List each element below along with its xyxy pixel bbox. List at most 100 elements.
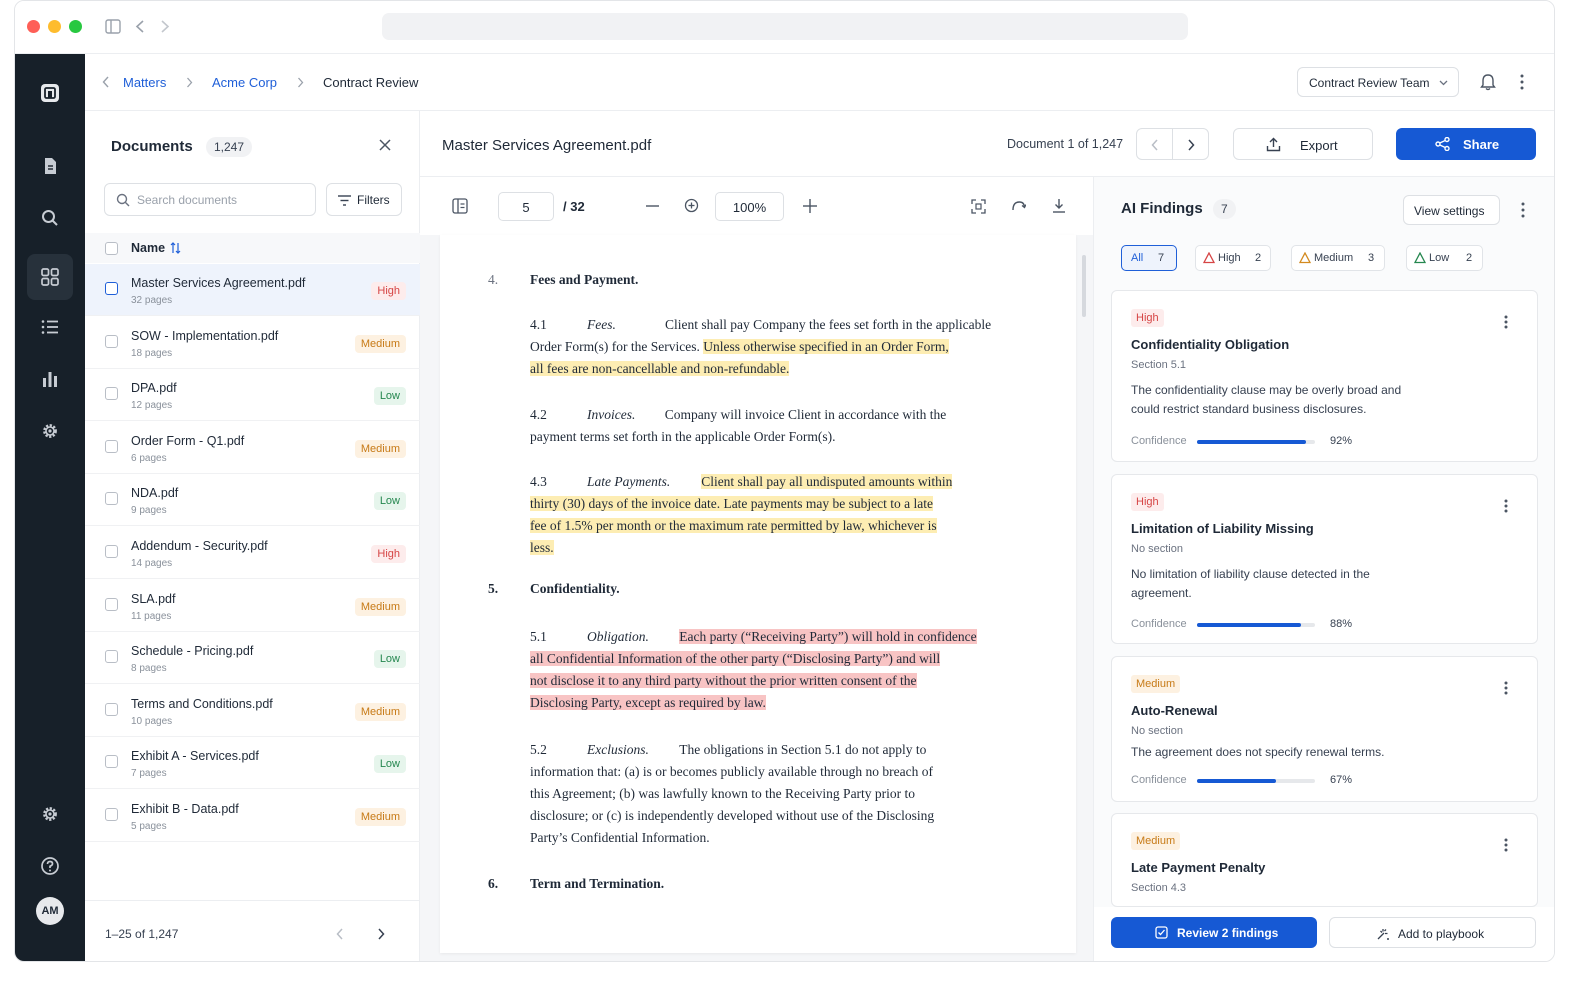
filter-chip-high[interactable]: High 2 bbox=[1195, 245, 1271, 271]
rotate-icon[interactable] bbox=[1011, 199, 1026, 212]
app-logo[interactable] bbox=[27, 70, 73, 116]
page-number-input[interactable]: 5 bbox=[498, 192, 554, 221]
select-all-checkbox[interactable] bbox=[105, 242, 118, 255]
review-findings-button[interactable]: Review 2 findings bbox=[1111, 917, 1317, 948]
row-checkbox[interactable] bbox=[105, 387, 118, 401]
row-checkbox[interactable] bbox=[105, 650, 118, 664]
document-row[interactable]: Exhibit B - Data.pdf 5 pages Medium bbox=[85, 790, 420, 842]
filters-button[interactable]: Filters bbox=[326, 183, 402, 216]
filter-chip-all[interactable]: All 7 bbox=[1121, 245, 1177, 271]
row-checkbox[interactable] bbox=[105, 334, 118, 348]
nav-analytics[interactable] bbox=[27, 356, 73, 402]
row-checkbox[interactable] bbox=[105, 545, 118, 558]
breadcrumb-matters[interactable]: Matters bbox=[123, 75, 166, 90]
highlight-yellow[interactable]: all fees are non-cancellable and non-ref… bbox=[530, 361, 790, 376]
nav-settings[interactable] bbox=[27, 408, 73, 454]
breadcrumb-back-icon[interactable] bbox=[102, 76, 110, 88]
team-select[interactable]: Contract Review Team bbox=[1297, 67, 1459, 97]
prev-page-icon[interactable] bbox=[336, 928, 344, 940]
more-vertical-icon[interactable] bbox=[1504, 681, 1508, 695]
add-to-playbook-button[interactable]: Add to playbook bbox=[1329, 917, 1536, 948]
finding-card[interactable]: Medium Late Payment Penalty Section 4.3 bbox=[1111, 813, 1538, 907]
user-avatar[interactable]: AM bbox=[36, 897, 64, 925]
finding-card[interactable]: High Limitation of Liability Missing No se… bbox=[1111, 474, 1538, 644]
export-button[interactable]: Export bbox=[1233, 128, 1373, 160]
breadcrumb-acme-corp[interactable]: Acme Corp bbox=[212, 75, 277, 90]
zoom-out-icon[interactable] bbox=[646, 205, 659, 207]
more-vertical-icon[interactable] bbox=[1504, 315, 1508, 329]
minimize-window-button[interactable] bbox=[48, 20, 61, 33]
thumbnails-icon[interactable] bbox=[452, 198, 468, 214]
share-button[interactable]: Share bbox=[1396, 128, 1536, 160]
finding-card[interactable]: Medium Auto-Renewal No section The agreemen… bbox=[1111, 656, 1538, 802]
document-row[interactable]: Exhibit A - Services.pdf 7 pages Low bbox=[85, 737, 420, 790]
filter-chip-medium[interactable]: Medium 3 bbox=[1291, 245, 1385, 271]
download-icon[interactable] bbox=[1052, 198, 1066, 213]
next-page-icon[interactable] bbox=[377, 928, 385, 940]
document-row[interactable]: Order Form - Q1.pdf 6 pages Medium bbox=[85, 422, 420, 474]
highlight-red[interactable]: not disclose it to any third party witho… bbox=[530, 673, 917, 688]
document-row[interactable]: SOW - Implementation.pdf 18 pages Medium bbox=[85, 317, 420, 369]
document-row[interactable]: NDA.pdf 9 pages Low bbox=[85, 474, 420, 527]
row-checkbox[interactable] bbox=[105, 282, 118, 295]
chevron-right-icon bbox=[1188, 139, 1195, 151]
zoom-level[interactable]: 100% bbox=[715, 192, 784, 221]
document-name: Addendum - Security.pdf bbox=[131, 539, 268, 553]
zoom-fit-icon[interactable] bbox=[684, 198, 699, 213]
risk-badge: Medium bbox=[354, 439, 406, 458]
url-bar[interactable] bbox=[382, 13, 1188, 40]
zoom-in-icon[interactable] bbox=[803, 199, 817, 213]
search-documents-input[interactable]: Search documents bbox=[104, 183, 316, 216]
highlight-red[interactable]: Each party (“Receiving Party”) will hold… bbox=[679, 629, 977, 644]
text-segment: this Agreement; (b) was lawfully known t… bbox=[530, 786, 916, 801]
document-row[interactable]: Schedule - Pricing.pdf 8 pages Low bbox=[85, 632, 420, 685]
document-row[interactable]: Addendum - Security.pdf 14 pages High bbox=[85, 527, 420, 579]
document-row[interactable]: DPA.pdf 12 pages Low bbox=[85, 369, 420, 422]
nav-search[interactable] bbox=[27, 195, 73, 241]
filter-chip-low[interactable]: Low 2 bbox=[1406, 245, 1483, 271]
more-vertical-icon[interactable] bbox=[1504, 499, 1508, 513]
highlight-yellow[interactable]: Client shall pay all undisputed amounts … bbox=[701, 474, 953, 489]
nav-dashboard[interactable] bbox=[27, 254, 73, 300]
close-icon[interactable] bbox=[379, 139, 391, 151]
view-settings-button[interactable]: View settings bbox=[1403, 195, 1500, 225]
document-row[interactable]: SLA.pdf 11 pages Medium bbox=[85, 580, 420, 632]
sort-icon[interactable] bbox=[170, 242, 181, 254]
document-row[interactable]: Terms and Conditions.pdf 10 pages Medium bbox=[85, 685, 420, 737]
fullscreen-icon[interactable] bbox=[971, 199, 986, 214]
name-column-header[interactable]: Name bbox=[131, 241, 165, 255]
nav-list[interactable] bbox=[27, 304, 73, 350]
more-vertical-icon[interactable] bbox=[1520, 74, 1524, 90]
row-checkbox[interactable] bbox=[105, 808, 118, 821]
highlight-yellow[interactable]: fee of 1.5% per month or the maximum rat… bbox=[530, 518, 937, 533]
highlight-red[interactable]: Disclosing Party, except as required by … bbox=[530, 695, 766, 710]
row-checkbox[interactable] bbox=[105, 492, 118, 506]
viewer-scrollbar[interactable] bbox=[1082, 255, 1086, 317]
next-document-button[interactable] bbox=[1172, 128, 1209, 160]
document-text-line: 4.3 Late Payments. Client shall pay all un… bbox=[530, 472, 953, 492]
maximize-window-button[interactable] bbox=[69, 20, 82, 33]
finding-card[interactable]: High Confidentiality Obligation Section 5.… bbox=[1111, 290, 1538, 462]
highlight-yellow[interactable]: less. bbox=[530, 540, 554, 555]
row-checkbox[interactable] bbox=[105, 439, 118, 453]
close-window-button[interactable] bbox=[27, 20, 40, 33]
row-checkbox[interactable] bbox=[105, 755, 118, 769]
risk-badge: Medium bbox=[354, 702, 406, 721]
bell-icon[interactable] bbox=[1480, 73, 1496, 91]
highlight-yellow[interactable]: Unless otherwise specified in an Order F… bbox=[703, 339, 949, 354]
search-icon bbox=[42, 210, 58, 226]
more-vertical-icon[interactable] bbox=[1504, 838, 1508, 852]
nav-help[interactable] bbox=[27, 843, 73, 889]
nav-preferences[interactable] bbox=[27, 791, 73, 837]
prev-document-button[interactable] bbox=[1136, 128, 1173, 160]
highlight-red[interactable]: all Confidential Information of the othe… bbox=[530, 651, 941, 666]
highlight-yellow[interactable]: thirty (30) days of the invoice date. La… bbox=[530, 496, 933, 511]
sidebar-toggle-icon[interactable] bbox=[105, 19, 121, 34]
document-row[interactable]: Master Services Agreement.pdf 32 pages Hig… bbox=[85, 264, 420, 316]
nav-documents[interactable] bbox=[27, 143, 73, 189]
more-vertical-icon[interactable] bbox=[1521, 202, 1525, 218]
back-icon[interactable] bbox=[135, 20, 145, 33]
row-checkbox[interactable] bbox=[105, 597, 118, 611]
row-checkbox[interactable] bbox=[105, 702, 118, 716]
forward-icon[interactable] bbox=[160, 20, 170, 33]
